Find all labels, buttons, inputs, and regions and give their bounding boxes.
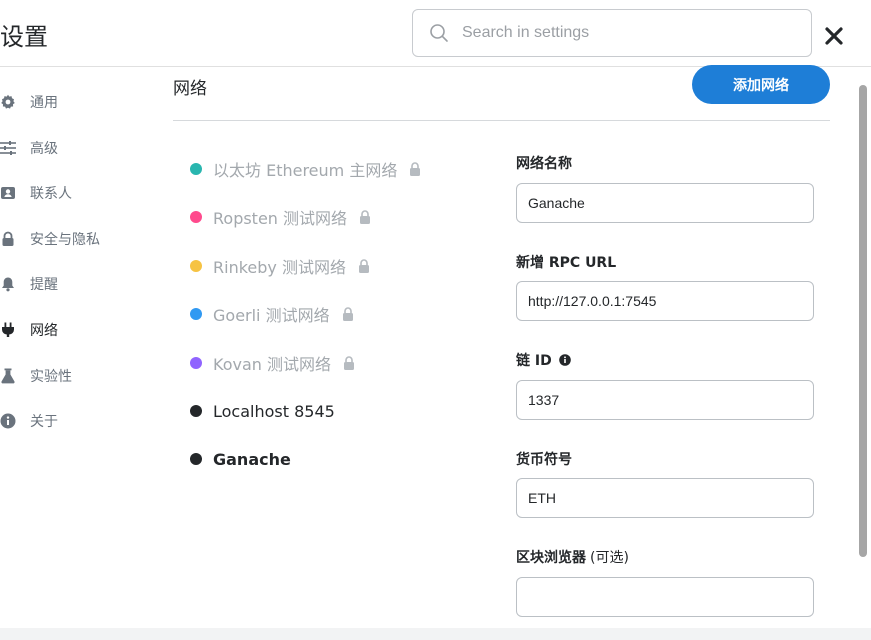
network-color-dot [190, 260, 202, 272]
network-item-ropsten[interactable]: Ropsten 测试网络 [190, 205, 371, 229]
network-name: Ropsten 测试网络 [213, 209, 348, 228]
info-icon [0, 413, 16, 429]
label-text: 链 ID [516, 353, 552, 369]
network-item-rinkeby[interactable]: Rinkeby 测试网络 [190, 254, 370, 278]
page-title: 设置 [0, 23, 48, 51]
sidebar-item-label: 实验性 [30, 369, 72, 385]
block-explorer-label: 区块浏览器 (可选) [516, 547, 629, 567]
sidebar-item-alerts[interactable]: 提醒 [0, 273, 58, 295]
sidebar-item-label: 关于 [30, 414, 58, 430]
sidebar-item-security[interactable]: 安全与隐私 [0, 228, 100, 250]
network-color-dot [190, 405, 202, 417]
network-color-dot [190, 211, 202, 223]
label-text: 区块浏览器 [516, 550, 586, 566]
network-name-label: 网络名称 [516, 153, 572, 173]
settings-header: 设置 [0, 0, 871, 67]
bell-icon [0, 276, 16, 292]
network-color-dot [190, 163, 202, 175]
sidebar-item-about[interactable]: 关于 [0, 410, 58, 432]
sidebar-item-label: 高级 [30, 141, 58, 157]
chain-id-input[interactable] [516, 380, 814, 420]
search-icon [430, 24, 448, 42]
optional-tag: (可选) [590, 550, 629, 566]
lock-icon [358, 259, 370, 273]
close-icon[interactable] [822, 24, 846, 48]
sliders-icon [0, 140, 16, 156]
network-item-goerli[interactable]: Goerli 测试网络 [190, 302, 354, 326]
flask-icon [0, 368, 16, 384]
divider [173, 120, 830, 121]
search-input[interactable] [462, 24, 782, 42]
currency-symbol-input[interactable] [516, 478, 814, 518]
lock-icon [0, 231, 16, 247]
rpc-url-label: 新增 RPC URL [516, 252, 616, 272]
network-name: Kovan 测试网络 [213, 355, 331, 374]
lock-icon [343, 356, 355, 370]
currency-symbol-label: 货币符号 [516, 449, 572, 469]
sidebar-item-contacts[interactable]: 联系人 [0, 182, 72, 204]
block-explorer-input[interactable] [516, 577, 814, 617]
scrollbar-thumb[interactable] [859, 85, 867, 557]
network-color-dot [190, 453, 202, 465]
network-color-dot [190, 357, 202, 369]
sidebar-item-general[interactable]: 通用 [0, 91, 58, 113]
network-name: Localhost 8545 [213, 401, 335, 421]
chain-id-label: 链 ID [516, 350, 571, 370]
sidebar-item-label: 提醒 [30, 277, 58, 293]
add-network-button[interactable]: 添加网络 [692, 65, 830, 104]
sidebar-item-networks[interactable]: 网络 [0, 319, 58, 341]
network-color-dot [190, 308, 202, 320]
plug-icon [0, 322, 16, 338]
label-text: 网络名称 [516, 156, 572, 172]
contact-card-icon [0, 185, 16, 201]
network-item-kovan[interactable]: Kovan 测试网络 [190, 351, 355, 375]
search-box[interactable] [412, 9, 812, 57]
gear-icon [0, 94, 16, 110]
sidebar-item-advanced[interactable]: 高级 [0, 137, 58, 159]
network-name: 以太坊 Ethereum 主网络 [213, 161, 398, 180]
network-item-localhost[interactable]: Localhost 8545 [190, 399, 335, 423]
network-item-mainnet[interactable]: 以太坊 Ethereum 主网络 [190, 157, 421, 181]
section-title: 网络 [173, 79, 207, 99]
sidebar-item-label: 网络 [30, 323, 58, 339]
sidebar-item-label: 联系人 [30, 186, 72, 202]
lock-icon [342, 307, 354, 321]
network-name: Goerli 测试网络 [213, 306, 330, 325]
network-item-ganache[interactable]: Ganache [190, 447, 291, 471]
bottom-strip [0, 628, 871, 640]
label-text: 新增 RPC URL [516, 255, 617, 271]
network-name: Ganache [213, 449, 291, 469]
network-name-input[interactable] [516, 183, 814, 223]
sidebar-item-label: 通用 [30, 95, 58, 111]
rpc-url-input[interactable] [516, 281, 814, 321]
network-name: Rinkeby 测试网络 [213, 258, 346, 277]
info-icon[interactable] [558, 354, 571, 366]
lock-icon [359, 210, 371, 224]
lock-icon [409, 162, 421, 176]
label-text: 货币符号 [516, 452, 572, 468]
sidebar-item-experimental[interactable]: 实验性 [0, 365, 72, 387]
sidebar-item-label: 安全与隐私 [30, 232, 100, 248]
